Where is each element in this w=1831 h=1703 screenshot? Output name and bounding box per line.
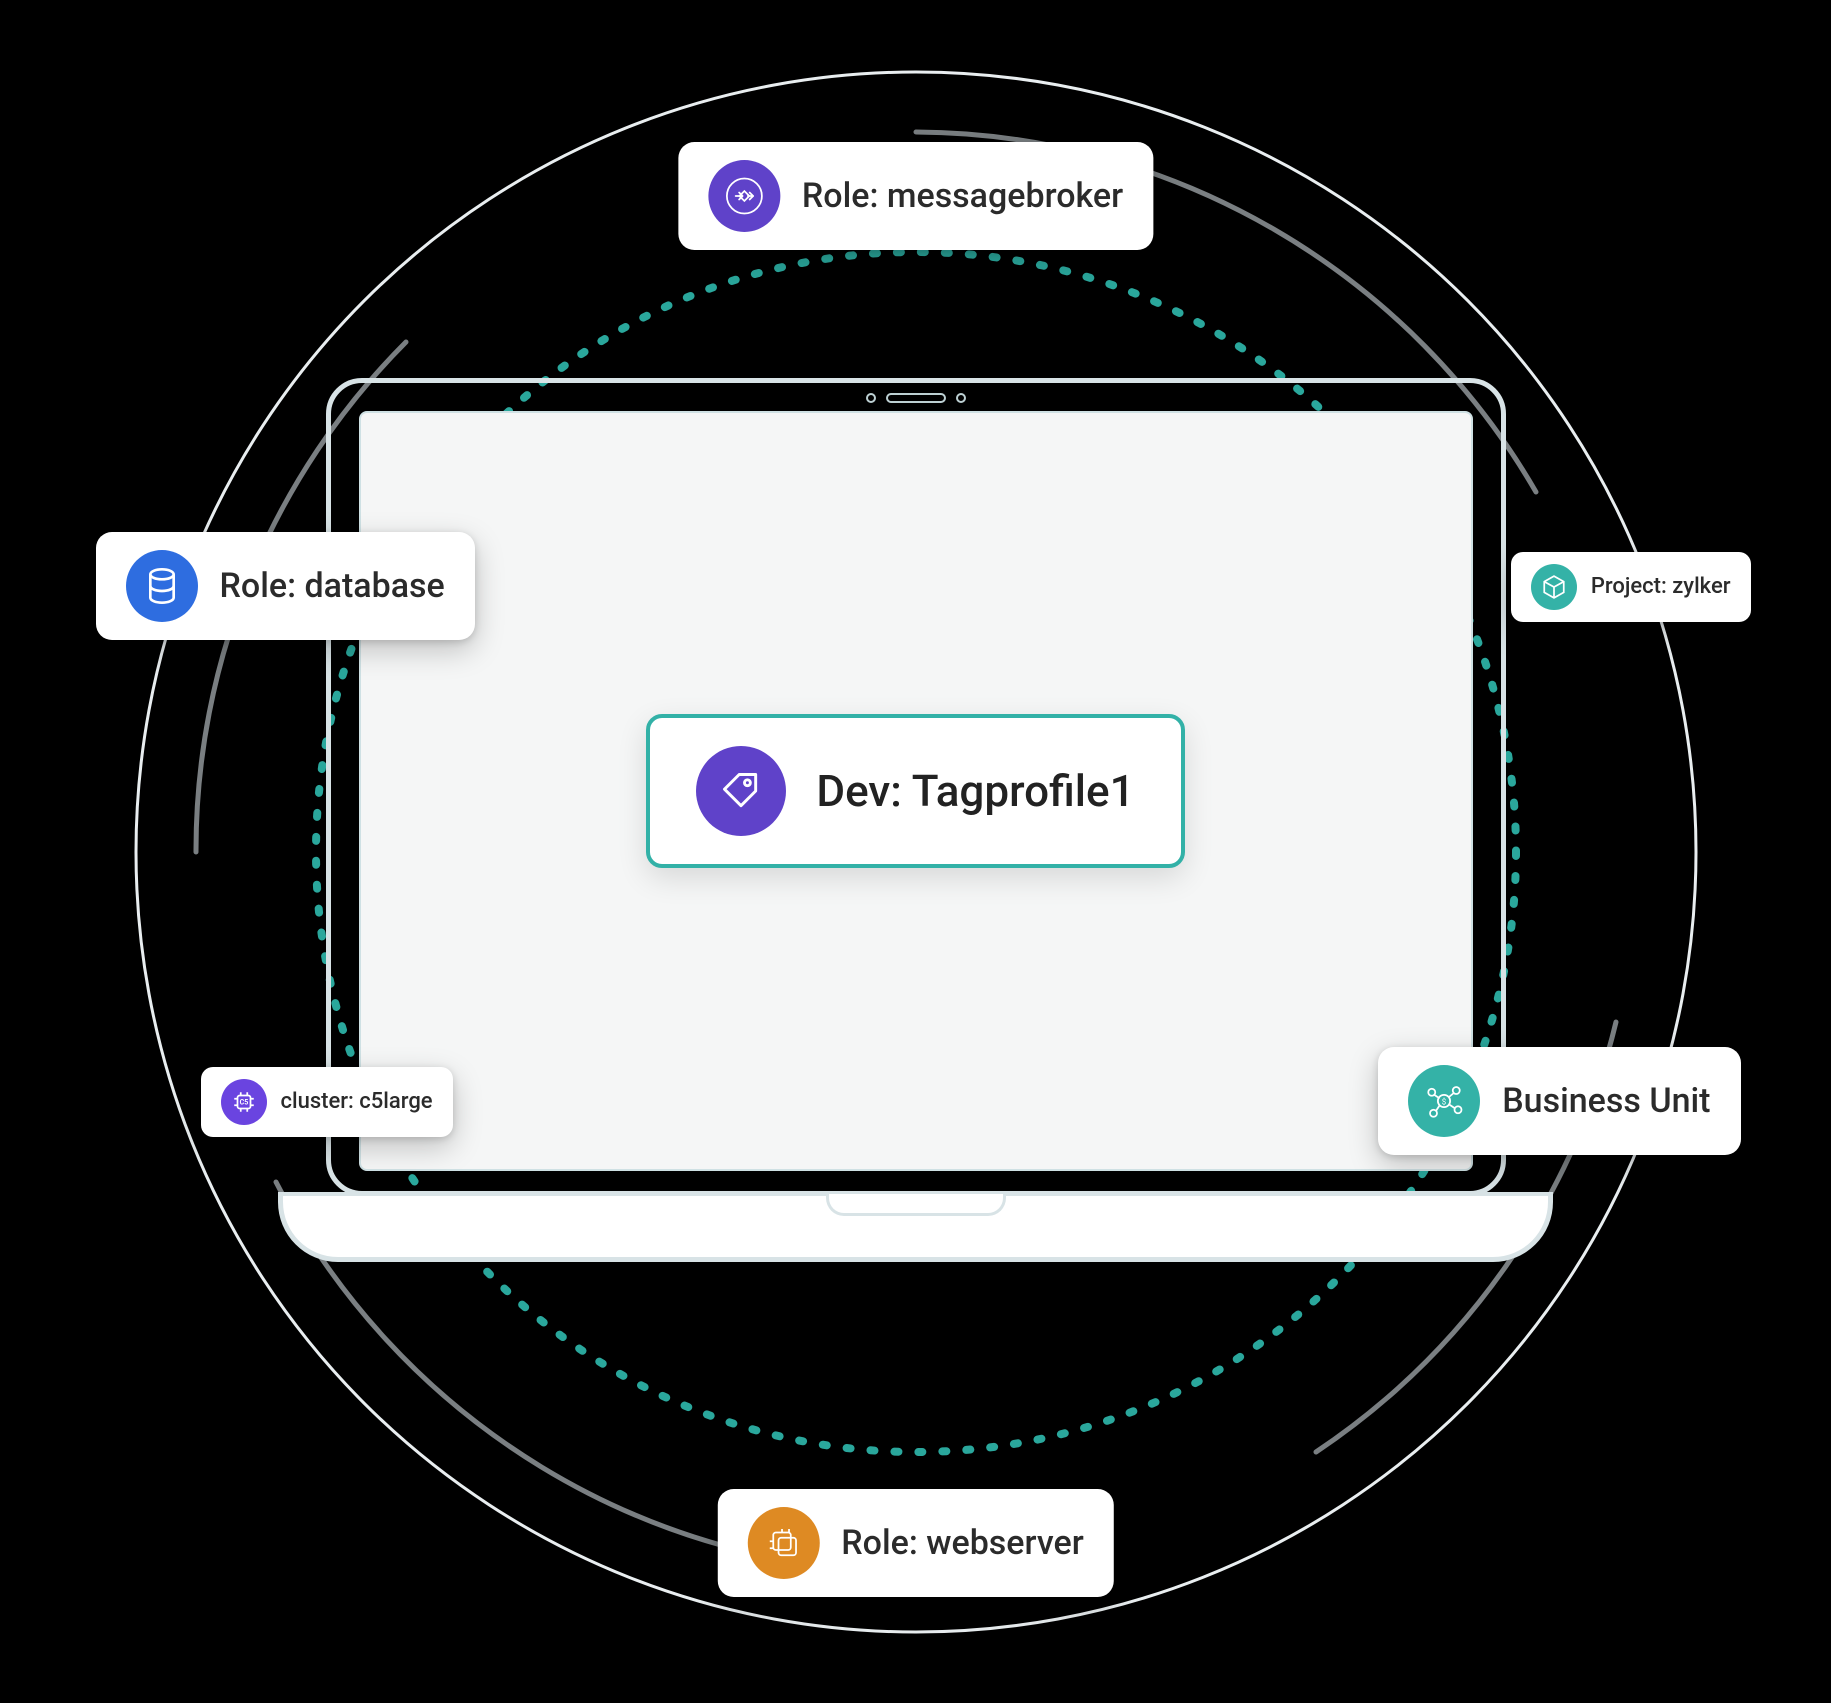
card-webserver-label: Role: webserver [841,1523,1083,1563]
card-database: Role: database [96,532,475,640]
card-cluster-label: cluster: c5large [281,1089,433,1114]
diagram-stage: Dev: Tagprofile1 Role: messagebroker [66,52,1766,1652]
laptop-screen-frame: Dev: Tagprofile1 [326,378,1506,1196]
laptop-illustration: Dev: Tagprofile1 [326,378,1506,1262]
card-cluster: C5 cluster: c5large [201,1067,453,1137]
laptop-camera [866,393,966,403]
card-business-unit-label: Business Unit [1502,1081,1710,1121]
card-project-label: Project: zylker [1591,574,1731,599]
chip-icon: C5 [221,1079,267,1125]
center-tag-card: Dev: Tagprofile1 [646,714,1184,868]
card-webserver: Role: webserver [717,1489,1113,1597]
svg-text:C5: C5 [239,1097,248,1106]
center-tag-label: Dev: Tagprofile1 [816,765,1134,817]
messagebroker-icon [708,160,780,232]
card-database-label: Role: database [220,566,445,606]
card-messagebroker-label: Role: messagebroker [802,176,1123,216]
card-project: Project: zylker [1511,552,1751,622]
laptop-base [278,1192,1552,1262]
tag-icon [696,746,786,836]
network-icon: $ [1408,1065,1480,1137]
cube-icon [1531,564,1577,610]
svg-text:$: $ [1442,1097,1446,1106]
laptop-screen: Dev: Tagprofile1 [359,411,1473,1171]
card-business-unit: $ Business Unit [1378,1047,1740,1155]
card-messagebroker: Role: messagebroker [678,142,1153,250]
database-icon [126,550,198,622]
server-icon [747,1507,819,1579]
